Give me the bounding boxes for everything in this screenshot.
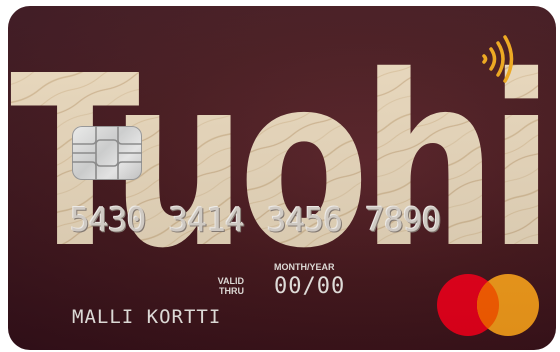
contactless-icon	[478, 34, 518, 84]
month-year-label: MONTH/YEAR	[274, 262, 335, 272]
emv-chip-icon	[72, 126, 142, 180]
payment-card: Tuohi 5430 3414 3456 7890 VALID THRU MON…	[8, 6, 556, 350]
cardholder-name: MALLI KORTTI	[72, 306, 222, 328]
valid-thru-label: VALID THRU	[204, 276, 244, 296]
card-number: 5430 3414 3456 7890	[70, 200, 441, 239]
expiry-date: 00/00	[274, 274, 346, 299]
valid-thru-line1: VALID	[217, 276, 244, 286]
mastercard-logo	[432, 270, 544, 340]
valid-thru-line2: THRU	[219, 286, 244, 296]
